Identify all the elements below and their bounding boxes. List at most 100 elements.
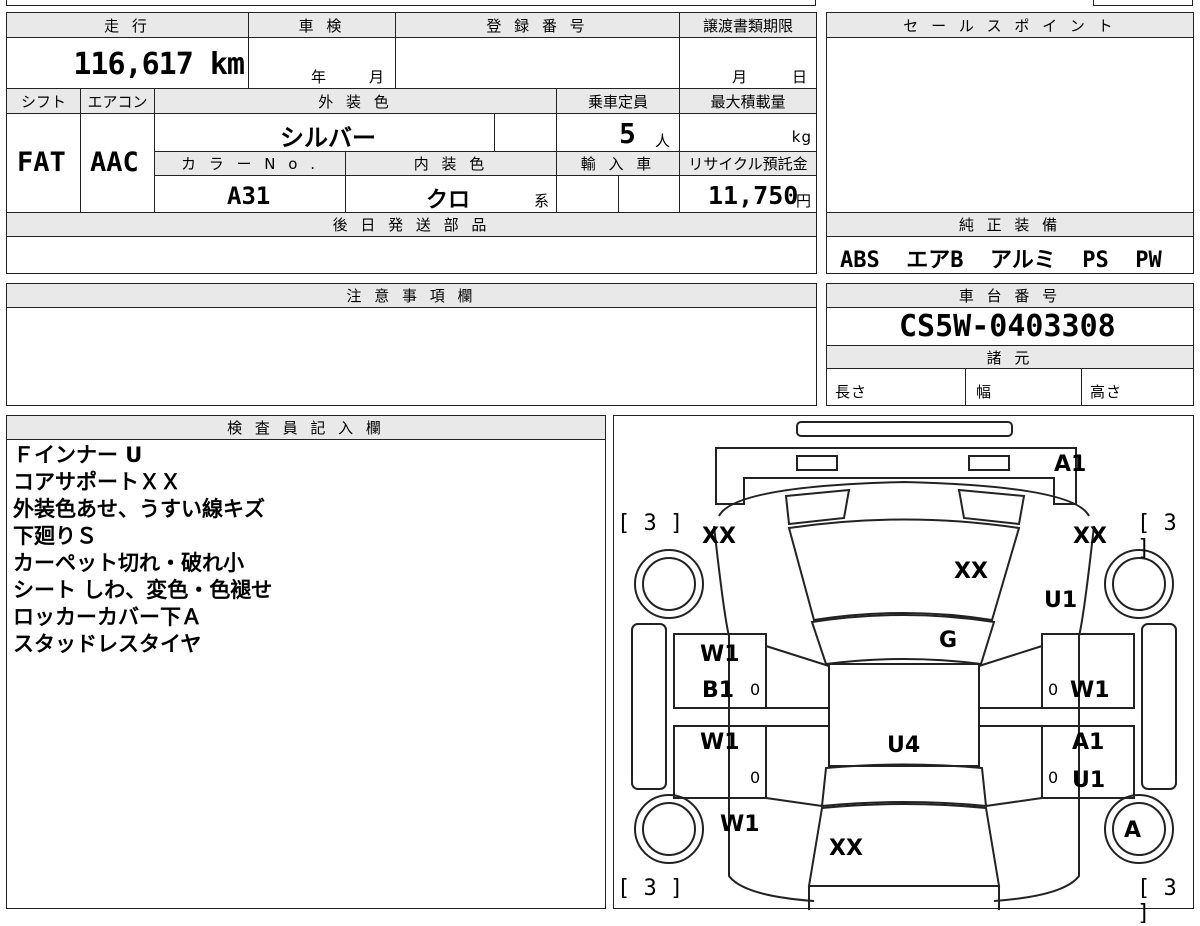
damage-mark: XX (1073, 524, 1107, 549)
capacity-unit: 人 (655, 132, 672, 150)
capacity-cell: 5 人 (556, 113, 680, 152)
damage-mark: A (1124, 818, 1142, 843)
import-cell-a (556, 175, 619, 213)
zero-mark: 0 (750, 768, 761, 787)
inspection-header: 車 検 (248, 12, 396, 38)
exterior-color-cell: シルバー (154, 113, 495, 152)
max-load-header: 最大積載量 (679, 88, 817, 114)
import-label: 輸 入 車 (580, 155, 656, 173)
inspection-cell: 年 月 (248, 37, 396, 89)
max-load-cell: kg (679, 113, 817, 152)
inspector-note: 外装色あせ、うすい線キズ (13, 497, 265, 521)
car-diagram-panel: [ 3 ] [ 3 ] [ 3 ] [ 3 ] A1 XX XX XX U1 G… (613, 415, 1194, 926)
chassis-header: 車 台 番 号 (826, 283, 1194, 308)
inspector-notes-list: Ｆインナー U コアサポートＸＸ 外装色あせ、うすい線キズ 下廻りＳ カーペット… (13, 442, 272, 658)
transfer-deadline-header: 譲渡書類期限 (679, 12, 817, 38)
sales-point-label: セ ー ル ス ポ イ ン ト (903, 16, 1117, 35)
inspector-note: Ｆインナー U (13, 443, 143, 467)
capacity-header: 乗車定員 (556, 88, 680, 114)
specs-header: 諸 元 (826, 345, 1194, 369)
genuine-equipment-header: 純 正 装 備 (826, 212, 1194, 237)
registration-label: 登 録 番 号 (486, 16, 589, 35)
top-right-strip (1093, 0, 1193, 6)
registration-cell (395, 37, 680, 89)
tire-bracket-rear-left: [ 3 ] (617, 876, 684, 901)
damage-mark: XX (829, 836, 863, 861)
genuine-equipment-cell: ABS エアB アルミ PS PW (826, 236, 1194, 274)
interior-color-label: 内 装 色 (413, 155, 489, 173)
damage-mark: B1 (702, 678, 735, 703)
interior-color-header: 内 装 色 (345, 151, 557, 176)
inspector-note: シート しわ、変色・色褪せ (13, 578, 273, 602)
damage-mark: U1 (1044, 588, 1078, 613)
transfer-day-unit: 日 (792, 68, 809, 86)
damage-mark: W1 (1070, 678, 1110, 703)
damage-mark: A1 (1072, 730, 1105, 755)
inspector-header: 検 査 員 記 入 欄 (6, 415, 606, 440)
inspector-note: 下廻りＳ (13, 524, 97, 548)
chassis-cell: CS5W-0403308 (826, 307, 1194, 346)
mileage-header: 走 行 (6, 12, 249, 38)
tire-bracket-front-right: [ 3 ] (1137, 511, 1177, 561)
color-no-cell: A31 (154, 175, 346, 213)
sales-point-header: セ ー ル ス ポ イ ン ト (826, 12, 1194, 38)
aircon-value: AAC (90, 147, 139, 178)
shipping-parts-label: 後 日 発 送 部 品 (332, 216, 491, 234)
recycle-label: リサイクル預託金 (688, 155, 808, 173)
zero-mark: 0 (1048, 680, 1059, 699)
exterior-color-label: 外 装 色 (318, 92, 393, 111)
tire-bracket-rear-right: [ 3 ] (1137, 876, 1177, 926)
color-no-value: A31 (227, 182, 271, 210)
inspector-label: 検 査 員 記 入 欄 (227, 419, 385, 437)
recycle-unit: 円 (795, 192, 812, 210)
transfer-month-unit: 月 (732, 68, 749, 86)
damage-mark: U4 (887, 733, 921, 758)
recycle-value: 11,750 (708, 181, 799, 210)
zero-mark: 0 (750, 680, 761, 699)
transfer-deadline-label: 譲渡書類期限 (702, 16, 793, 35)
color-no-label: カ ラ ー N o . (180, 155, 319, 173)
interior-color-value: クロ (426, 188, 471, 213)
inspector-note: ロッカーカバー下Ａ (13, 605, 202, 629)
height-cell: 高さ (1081, 368, 1194, 406)
specs-label: 諸 元 (986, 348, 1034, 367)
interior-color-suffix: 系 (534, 192, 551, 210)
import-header: 輸 入 車 (556, 151, 680, 176)
aircon-cell: AAC (80, 113, 155, 213)
max-load-label: 最大積載量 (710, 92, 786, 111)
inspection-label: 車 検 (298, 16, 346, 35)
inspector-note: カーペット切れ・破れ小 (13, 551, 244, 575)
damage-mark: A1 (1054, 452, 1087, 477)
inspection-year-unit: 年 (311, 68, 328, 86)
interior-color-cell: クロ 系 (345, 175, 557, 213)
damage-mark: U1 (1072, 768, 1106, 793)
exterior-color-value: シルバー (280, 124, 376, 152)
exterior-color-extra-cell (494, 113, 557, 152)
shipping-parts-header: 後 日 発 送 部 品 (6, 212, 817, 237)
shift-cell: FAT (6, 113, 81, 213)
inspector-note: コアサポートＸＸ (13, 470, 181, 494)
capacity-value: 5 (619, 117, 636, 150)
shipping-parts-cell (6, 236, 817, 274)
notes-label: 注 意 事 項 欄 (346, 287, 477, 305)
registration-header: 登 録 番 号 (395, 12, 680, 38)
width-cell: 幅 (965, 368, 1082, 406)
damage-mark: G (939, 628, 958, 653)
genuine-equipment-value: ABS エアB アルミ PS PW (840, 248, 1162, 273)
recycle-cell: 11,750 円 (679, 175, 817, 213)
damage-mark: W1 (700, 730, 740, 755)
shift-value: FAT (17, 147, 66, 178)
chassis-number: CS5W-0403308 (899, 309, 1116, 344)
aircon-label: エアコン (87, 92, 148, 111)
width-label: 幅 (976, 383, 993, 401)
damage-mark: W1 (720, 812, 760, 837)
aircon-header: エアコン (80, 88, 155, 114)
chassis-label: 車 台 番 号 (958, 287, 1062, 305)
mileage-cell: 116,617 km (6, 37, 249, 89)
genuine-equipment-label: 純 正 装 備 (958, 216, 1062, 234)
damage-mark: XX (702, 524, 736, 549)
transfer-deadline-cell: 月 日 (679, 37, 817, 89)
length-label: 長さ (835, 383, 868, 401)
mileage-label: 走 行 (104, 16, 151, 35)
damage-mark: XX (954, 559, 988, 584)
